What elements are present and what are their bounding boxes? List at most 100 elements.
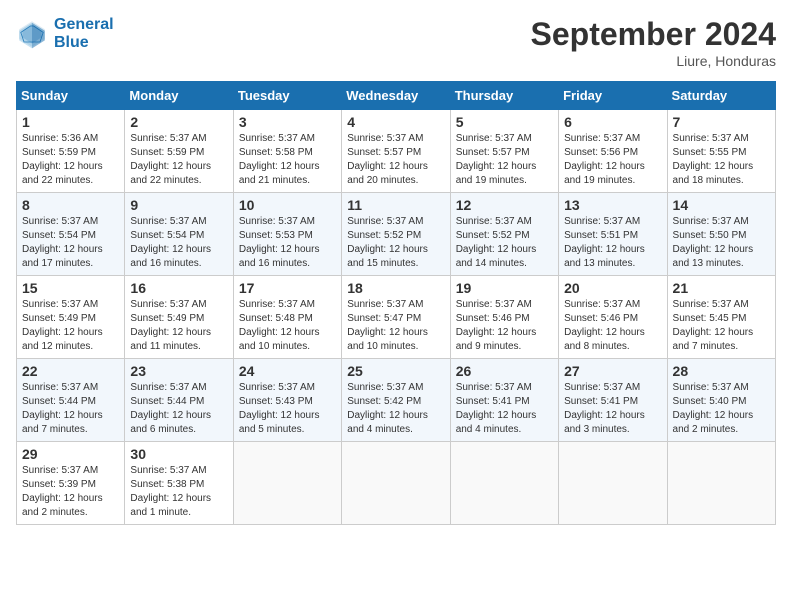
calendar-cell: 21 Sunrise: 5:37 AMSunset: 5:45 PMDayligh… xyxy=(667,276,775,359)
calendar-cell: 26 Sunrise: 5:37 AMSunset: 5:41 PMDayligh… xyxy=(450,359,558,442)
day-number: 1 xyxy=(22,114,119,130)
day-info: Sunrise: 5:37 AMSunset: 5:47 PMDaylight:… xyxy=(347,298,444,354)
day-info: Sunrise: 5:37 AMSunset: 5:49 PMDaylight:… xyxy=(130,298,227,354)
calendar-cell xyxy=(450,442,558,525)
day-info: Sunrise: 5:37 AMSunset: 5:54 PMDaylight:… xyxy=(130,215,227,271)
calendar-cell: 2Sunrise: 5:37 AMSunset: 5:59 PMDaylight… xyxy=(125,110,233,193)
day-number: 14 xyxy=(673,197,770,213)
header-row: Sunday Monday Tuesday Wednesday Thursday… xyxy=(17,82,776,110)
logo-icon xyxy=(16,18,48,50)
day-info: Sunrise: 5:37 AMSunset: 5:51 PMDaylight:… xyxy=(564,215,661,271)
day-number: 12 xyxy=(456,197,553,213)
day-number: 9 xyxy=(130,197,227,213)
calendar-cell: 30 Sunrise: 5:37 AMSunset: 5:38 PMDayligh… xyxy=(125,442,233,525)
title-block: September 2024 Liure, Honduras xyxy=(531,16,776,69)
day-info: Sunrise: 5:37 AMSunset: 5:54 PMDaylight:… xyxy=(22,215,119,271)
col-wednesday: Wednesday xyxy=(342,82,450,110)
logo-blue: Blue xyxy=(54,34,114,52)
calendar-cell: 20 Sunrise: 5:37 AMSunset: 5:46 PMDayligh… xyxy=(559,276,667,359)
day-number: 15 xyxy=(22,280,119,296)
logo-text: General Blue xyxy=(54,16,114,52)
day-number: 19 xyxy=(456,280,553,296)
calendar-cell: 28Sunrise: 5:37 AMSunset: 5:40 PMDayligh… xyxy=(667,359,775,442)
day-info: Sunrise: 5:37 AMSunset: 5:44 PMDaylight:… xyxy=(130,381,227,437)
day-info: Sunrise: 5:37 AMSunset: 5:59 PMDaylight:… xyxy=(130,132,227,188)
day-info: Sunrise: 5:37 AMSunset: 5:38 PMDaylight:… xyxy=(130,464,227,520)
day-info: Sunrise: 5:37 AMSunset: 5:56 PMDaylight:… xyxy=(564,132,661,188)
day-info: Sunrise: 5:37 AMSunset: 5:45 PMDaylight:… xyxy=(673,298,770,354)
day-number: 18 xyxy=(347,280,444,296)
day-number: 25 xyxy=(347,363,444,379)
calendar-cell: 11 Sunrise: 5:37 AMSunset: 5:52 PMDayligh… xyxy=(342,193,450,276)
day-number: 16 xyxy=(130,280,227,296)
calendar-cell: 17Sunrise: 5:37 AMSunset: 5:48 PMDayligh… xyxy=(233,276,341,359)
day-info: Sunrise: 5:37 AMSunset: 5:57 PMDaylight:… xyxy=(347,132,444,188)
day-info: Sunrise: 5:37 AMSunset: 5:43 PMDaylight:… xyxy=(239,381,336,437)
day-number: 3 xyxy=(239,114,336,130)
day-number: 10 xyxy=(239,197,336,213)
day-info: Sunrise: 5:37 AMSunset: 5:52 PMDaylight:… xyxy=(456,215,553,271)
day-info: Sunrise: 5:37 AMSunset: 5:41 PMDaylight:… xyxy=(564,381,661,437)
day-info: Sunrise: 5:37 AMSunset: 5:58 PMDaylight:… xyxy=(239,132,336,188)
day-number: 20 xyxy=(564,280,661,296)
calendar-cell: 1Sunrise: 5:36 AMSunset: 5:59 PMDaylight… xyxy=(17,110,125,193)
day-number: 13 xyxy=(564,197,661,213)
calendar-cell: 16 Sunrise: 5:37 AMSunset: 5:49 PMDayligh… xyxy=(125,276,233,359)
day-number: 17 xyxy=(239,280,336,296)
day-info: Sunrise: 5:37 AMSunset: 5:41 PMDaylight:… xyxy=(456,381,553,437)
day-number: 21 xyxy=(673,280,770,296)
calendar-cell: 25 Sunrise: 5:37 AMSunset: 5:42 PMDayligh… xyxy=(342,359,450,442)
calendar-cell: 24 Sunrise: 5:37 AMSunset: 5:43 PMDayligh… xyxy=(233,359,341,442)
calendar-cell: 6 Sunrise: 5:37 AMSunset: 5:56 PMDaylight… xyxy=(559,110,667,193)
logo: General Blue xyxy=(16,16,114,52)
day-info: Sunrise: 5:37 AMSunset: 5:42 PMDaylight:… xyxy=(347,381,444,437)
calendar-cell: 4Sunrise: 5:37 AMSunset: 5:57 PMDaylight… xyxy=(342,110,450,193)
col-saturday: Saturday xyxy=(667,82,775,110)
day-number: 27 xyxy=(564,363,661,379)
col-tuesday: Tuesday xyxy=(233,82,341,110)
calendar-table: Sunday Monday Tuesday Wednesday Thursday… xyxy=(16,81,776,525)
calendar-cell: 22Sunrise: 5:37 AMSunset: 5:44 PMDayligh… xyxy=(17,359,125,442)
col-sunday: Sunday xyxy=(17,82,125,110)
day-info: Sunrise: 5:37 AMSunset: 5:46 PMDaylight:… xyxy=(564,298,661,354)
calendar-cell xyxy=(342,442,450,525)
day-number: 7 xyxy=(673,114,770,130)
day-info: Sunrise: 5:37 AMSunset: 5:44 PMDaylight:… xyxy=(22,381,119,437)
day-number: 28 xyxy=(673,363,770,379)
day-info: Sunrise: 5:37 AMSunset: 5:39 PMDaylight:… xyxy=(22,464,119,520)
logo-general: General xyxy=(54,16,114,34)
day-info: Sunrise: 5:37 AMSunset: 5:52 PMDaylight:… xyxy=(347,215,444,271)
day-number: 11 xyxy=(347,197,444,213)
day-number: 30 xyxy=(130,446,227,462)
col-friday: Friday xyxy=(559,82,667,110)
calendar-cell: 9 Sunrise: 5:37 AMSunset: 5:54 PMDaylight… xyxy=(125,193,233,276)
day-number: 26 xyxy=(456,363,553,379)
calendar-cell: 5Sunrise: 5:37 AMSunset: 5:57 PMDaylight… xyxy=(450,110,558,193)
day-number: 29 xyxy=(22,446,119,462)
month-title: September 2024 xyxy=(531,16,776,53)
col-thursday: Thursday xyxy=(450,82,558,110)
day-info: Sunrise: 5:37 AMSunset: 5:49 PMDaylight:… xyxy=(22,298,119,354)
day-info: Sunrise: 5:37 AMSunset: 5:55 PMDaylight:… xyxy=(673,132,770,188)
day-info: Sunrise: 5:37 AMSunset: 5:53 PMDaylight:… xyxy=(239,215,336,271)
day-number: 24 xyxy=(239,363,336,379)
calendar-cell: 13 Sunrise: 5:37 AMSunset: 5:51 PMDayligh… xyxy=(559,193,667,276)
day-number: 8 xyxy=(22,197,119,213)
calendar-cell: 3 Sunrise: 5:37 AMSunset: 5:58 PMDaylight… xyxy=(233,110,341,193)
calendar-cell xyxy=(667,442,775,525)
location-text: Liure, Honduras xyxy=(531,53,776,69)
day-info: Sunrise: 5:37 AMSunset: 5:57 PMDaylight:… xyxy=(456,132,553,188)
calendar-cell: 19 Sunrise: 5:37 AMSunset: 5:46 PMDayligh… xyxy=(450,276,558,359)
day-number: 23 xyxy=(130,363,227,379)
calendar-week-3: 15 Sunrise: 5:37 AMSunset: 5:49 PMDayligh… xyxy=(17,276,776,359)
calendar-cell: 27 Sunrise: 5:37 AMSunset: 5:41 PMDayligh… xyxy=(559,359,667,442)
calendar-cell: 7 Sunrise: 5:37 AMSunset: 5:55 PMDaylight… xyxy=(667,110,775,193)
calendar-week-5: 29 Sunrise: 5:37 AMSunset: 5:39 PMDayligh… xyxy=(17,442,776,525)
calendar-cell: 29 Sunrise: 5:37 AMSunset: 5:39 PMDayligh… xyxy=(17,442,125,525)
calendar-cell xyxy=(559,442,667,525)
calendar-cell: 14Sunrise: 5:37 AMSunset: 5:50 PMDayligh… xyxy=(667,193,775,276)
day-number: 6 xyxy=(564,114,661,130)
calendar-cell xyxy=(233,442,341,525)
calendar-cell: 18 Sunrise: 5:37 AMSunset: 5:47 PMDayligh… xyxy=(342,276,450,359)
day-info: Sunrise: 5:37 AMSunset: 5:46 PMDaylight:… xyxy=(456,298,553,354)
